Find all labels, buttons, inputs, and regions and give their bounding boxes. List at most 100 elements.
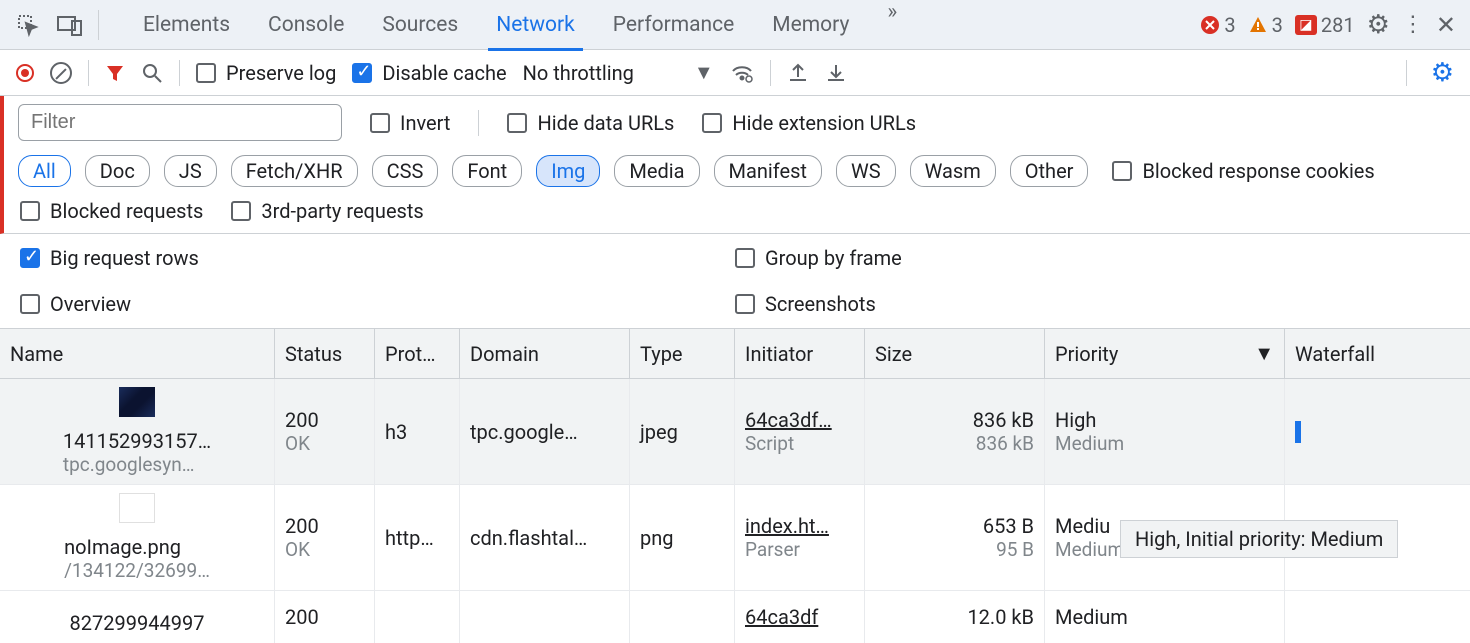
network-toolbar: Preserve log Disable cache No throttling… — [0, 50, 1470, 96]
table-row[interactable]: noImage.png/134122/32699… — [0, 485, 275, 591]
group-frame-checkbox[interactable]: Group by frame — [735, 246, 1450, 270]
cell-size: 12.0 kB — [865, 591, 1045, 643]
tab-network[interactable]: Network — [496, 0, 575, 50]
errors-count: 3 — [1224, 13, 1235, 37]
network-conditions-icon[interactable] — [730, 61, 754, 85]
table-row[interactable]: 141152993157…tpc.googlesyn… — [0, 379, 275, 485]
tab-elements[interactable]: Elements — [143, 0, 230, 50]
col-initiator[interactable]: Initiator — [735, 329, 865, 379]
invert-label: Invert — [400, 111, 450, 135]
cell-proto: http… — [375, 485, 460, 591]
inspect-icon[interactable] — [14, 11, 42, 39]
disable-cache-checkbox[interactable]: Disable cache — [352, 61, 506, 85]
screenshots-checkbox[interactable]: Screenshots — [735, 292, 1450, 316]
cell-waterfall — [1285, 379, 1470, 485]
pill-wasm[interactable]: Wasm — [910, 155, 996, 187]
cell-initiator[interactable]: 64ca3df — [735, 591, 865, 643]
col-protocol[interactable]: Prot… — [375, 329, 460, 379]
pill-ws[interactable]: WS — [836, 155, 896, 187]
filter-input[interactable] — [18, 104, 342, 141]
errors-badge[interactable]: 3 — [1200, 13, 1235, 37]
hide-ext-label: Hide extension URLs — [732, 111, 916, 135]
col-domain[interactable]: Domain — [460, 329, 630, 379]
filter-row-b: Blocked requests 3rd-party requests — [0, 193, 1470, 234]
pill-js[interactable]: JS — [164, 155, 217, 187]
settings-icon[interactable]: ⚙ — [1367, 10, 1390, 40]
close-icon[interactable]: ✕ — [1436, 11, 1456, 39]
pill-font[interactable]: Font — [452, 155, 522, 187]
hide-ext-urls-checkbox[interactable]: Hide extension URLs — [702, 111, 916, 135]
cell-proto — [375, 591, 460, 643]
col-priority[interactable]: Priority▼ — [1045, 329, 1285, 379]
request-name: noImage.png — [64, 535, 210, 559]
search-icon[interactable] — [141, 62, 163, 84]
pill-doc[interactable]: Doc — [85, 155, 150, 187]
third-party-label: 3rd-party requests — [261, 199, 423, 223]
issues-badge[interactable]: ◪ 281 — [1295, 13, 1355, 37]
type-filter-row: All Doc JS Fetch/XHR CSS Font Img Media … — [0, 149, 1470, 193]
blocked-cookies-checkbox[interactable]: Blocked response cookies — [1112, 159, 1374, 183]
throttling-select[interactable]: No throttling ▼ — [523, 60, 714, 85]
tab-memory[interactable]: Memory — [772, 0, 849, 50]
record-icon[interactable] — [16, 64, 34, 82]
download-icon[interactable] — [825, 62, 847, 84]
devtools-top-bar: Elements Console Sources Network Perform… — [0, 0, 1470, 50]
more-tabs-icon[interactable]: » — [887, 0, 897, 50]
device-mode-icon[interactable] — [56, 11, 84, 39]
network-settings-icon[interactable]: ⚙ — [1431, 58, 1454, 88]
pill-media[interactable]: Media — [614, 155, 699, 187]
table-row[interactable]: 827299944997 — [0, 591, 275, 643]
kebab-icon[interactable]: ⋮ — [1402, 12, 1424, 37]
upload-icon[interactable] — [787, 62, 809, 84]
warnings-badge[interactable]: 3 — [1248, 13, 1283, 37]
pill-manifest[interactable]: Manifest — [714, 155, 822, 187]
blocked-requests-checkbox[interactable]: Blocked requests — [20, 199, 203, 223]
preserve-log-checkbox[interactable]: Preserve log — [196, 61, 336, 85]
screenshots-label: Screenshots — [765, 292, 876, 316]
cell-status: 200 — [275, 591, 375, 643]
pill-other[interactable]: Other — [1010, 155, 1089, 187]
blocked-cookies-label: Blocked response cookies — [1142, 159, 1374, 183]
warning-icon — [1248, 15, 1268, 35]
cell-initiator[interactable]: 64ca3df…Script — [735, 379, 865, 485]
sort-desc-icon: ▼ — [1254, 341, 1274, 366]
hide-data-urls-checkbox[interactable]: Hide data URLs — [507, 111, 674, 135]
issues-count: 281 — [1321, 13, 1355, 37]
tab-console[interactable]: Console — [268, 0, 344, 50]
col-name[interactable]: Name — [0, 329, 275, 379]
chevron-down-icon: ▼ — [694, 60, 714, 85]
tab-performance[interactable]: Performance — [613, 0, 734, 50]
pill-img[interactable]: Img — [536, 155, 600, 187]
invert-checkbox[interactable]: Invert — [370, 111, 450, 135]
cell-type: png — [630, 485, 735, 591]
error-icon — [1200, 15, 1220, 35]
disable-cache-label: Disable cache — [382, 61, 506, 85]
overview-checkbox[interactable]: Overview — [20, 292, 735, 316]
big-rows-label: Big request rows — [50, 246, 199, 270]
cell-priority: Medium — [1045, 591, 1285, 643]
thumbnail-icon — [119, 387, 155, 417]
cell-priority: HighMedium — [1045, 379, 1285, 485]
blocked-req-label: Blocked requests — [50, 199, 203, 223]
request-path: /134122/32699… — [64, 559, 210, 582]
preserve-log-label: Preserve log — [226, 61, 336, 85]
third-party-checkbox[interactable]: 3rd-party requests — [231, 199, 423, 223]
pill-all[interactable]: All — [18, 155, 71, 187]
col-size[interactable]: Size — [865, 329, 1045, 379]
col-waterfall[interactable]: Waterfall — [1285, 329, 1470, 379]
col-type[interactable]: Type — [630, 329, 735, 379]
clear-icon[interactable] — [50, 62, 72, 84]
priority-tooltip: High, Initial priority: Medium — [1120, 520, 1398, 558]
filter-row: Invert Hide data URLs Hide extension URL… — [0, 96, 1470, 149]
pill-fetch-xhr[interactable]: Fetch/XHR — [231, 155, 358, 187]
col-status[interactable]: Status — [275, 329, 375, 379]
tab-sources[interactable]: Sources — [382, 0, 458, 50]
cell-size: 836 kB836 kB — [865, 379, 1045, 485]
filter-icon[interactable] — [105, 63, 125, 83]
pill-css[interactable]: CSS — [372, 155, 439, 187]
cell-initiator[interactable]: index.ht…Parser — [735, 485, 865, 591]
big-rows-checkbox[interactable]: Big request rows — [20, 246, 735, 270]
issue-icon: ◪ — [1295, 15, 1317, 35]
panel-tabs: Elements Console Sources Network Perform… — [143, 0, 897, 50]
cell-type — [630, 591, 735, 643]
